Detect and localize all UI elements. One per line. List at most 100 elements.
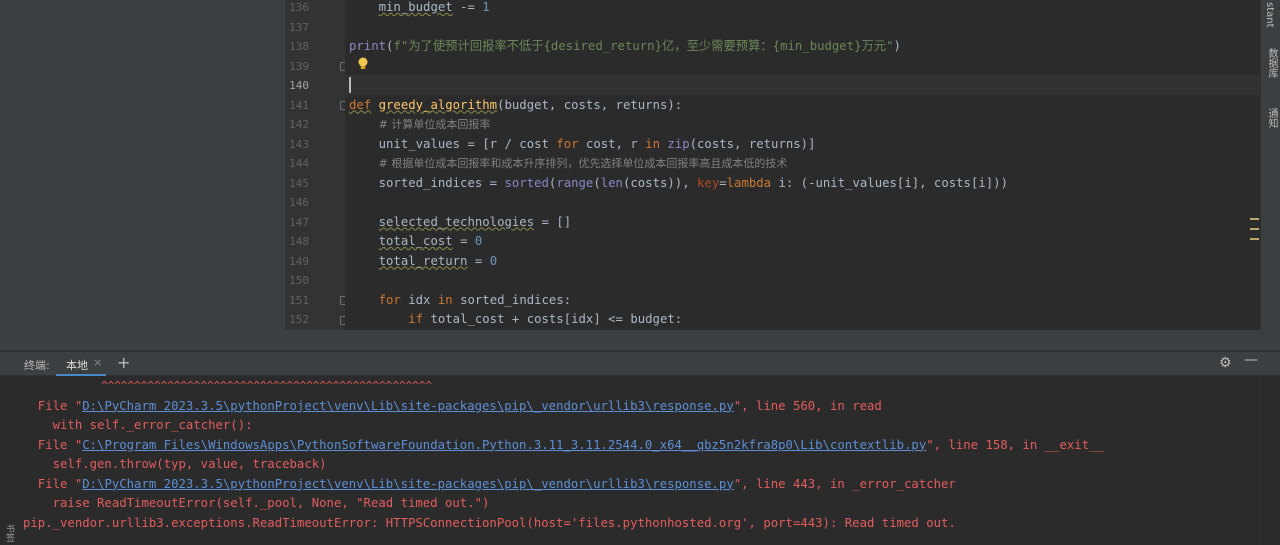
line-number: 147 xyxy=(289,215,309,229)
assistant-tool-tab[interactable]: stant xyxy=(1264,2,1275,28)
terminal-text: File " xyxy=(23,398,83,413)
scroll-warning-marker[interactable] xyxy=(1250,218,1259,220)
code-line-142: # 计算单位成本回报率 xyxy=(349,115,491,135)
terminal-header: 终端: 本地 × + ⚙ — xyxy=(0,352,1280,376)
add-tab-icon[interactable]: + xyxy=(117,353,130,372)
line-number: 136 xyxy=(289,1,309,14)
gear-icon[interactable]: ⚙ xyxy=(1219,355,1232,371)
code-token: ) xyxy=(893,39,901,53)
right-tool-strip: stant 数据库 通知 xyxy=(1260,0,1280,350)
code-token: in xyxy=(437,292,453,307)
code-token: -= xyxy=(452,0,483,14)
code-line-136: min_budget -= 1 xyxy=(349,0,490,18)
terminal-line: File "C:\Program Files\WindowsApps\Pytho… xyxy=(23,436,1104,456)
project-panel xyxy=(0,0,285,350)
terminal-line: pip._vendor.urllib3.exceptions.ReadTimeo… xyxy=(23,515,956,530)
code-token: # 根据单位成本回报率和成本升序排列，优先选择单位成本回报率高且成本低的技术 xyxy=(378,157,788,170)
code-token: 0 xyxy=(489,253,498,268)
file-link[interactable]: D:\PyCharm 2023.3.5\pythonProject\venv\L… xyxy=(82,399,734,413)
code-token: (budget, costs, returns): xyxy=(497,97,683,112)
code-token: total_cost + costs[idx] <= budget: xyxy=(423,312,683,326)
code-token: = xyxy=(719,175,727,190)
terminal-line: ^^^^^^^^^^^^^^^^^^^^^^^^^^^^^^^^^^^^^^^^… xyxy=(101,379,433,392)
code-token: for xyxy=(556,136,579,151)
code-line-138: print(f"为了使预计回报率不低于{desired_return}亿，至少需… xyxy=(349,37,901,57)
current-line-highlight xyxy=(345,75,1260,95)
terminal-output[interactable]: ^^^^^^^^^^^^^^^^^^^^^^^^^^^^^^^^^^^^^^^^… xyxy=(0,376,1260,545)
code-token: 万元" xyxy=(861,39,894,53)
code-line-152: if total_cost + costs[idx] <= budget: xyxy=(349,310,682,330)
line-number: 138 xyxy=(289,40,309,53)
code-token: unit_values = [r / cost xyxy=(378,136,557,151)
line-number: 145 xyxy=(289,176,309,190)
line-number: 146 xyxy=(289,196,309,209)
code-token: total_return xyxy=(378,253,468,268)
terminal-scrollbar[interactable] xyxy=(1260,376,1280,545)
bookmarks-tool-tab[interactable]: 书签 xyxy=(3,524,16,542)
code-token: selected_technologies xyxy=(378,214,535,229)
file-link[interactable]: C:\Program Files\WindowsApps\PythonSoftw… xyxy=(82,438,926,452)
panel-divider[interactable] xyxy=(0,330,1280,350)
code-token: sorted xyxy=(504,175,549,190)
file-link[interactable]: D:\PyCharm 2023.3.5\pythonProject\venv\L… xyxy=(82,477,734,491)
line-number-gutter: 136 137 138 139 140 141 142 143 144 145 … xyxy=(285,0,349,330)
code-token: idx xyxy=(400,292,438,307)
terminal-text: ", line 560, in read xyxy=(733,398,882,413)
code-line-149: total_return = 0 xyxy=(349,252,497,272)
code-token: lambda xyxy=(726,175,772,190)
line-number: 143 xyxy=(289,137,309,151)
line-number: 137 xyxy=(289,20,309,34)
code-token: # 计算单位成本回报率 xyxy=(378,118,491,131)
line-number: 151 xyxy=(289,293,309,307)
terminal-text: File " xyxy=(23,437,83,452)
code-line-141: def greedy_algorithm(budget, costs, retu… xyxy=(349,96,682,116)
terminal-text: File " xyxy=(23,476,83,491)
line-number: 144 xyxy=(289,157,309,170)
scroll-warning-marker[interactable] xyxy=(1250,228,1259,230)
terminal-line: raise ReadTimeoutError(self._pool, None,… xyxy=(23,496,490,510)
code-line-143: unit_values = [r / cost for cost, r in z… xyxy=(349,135,816,155)
terminal-line: File "D:\PyCharm 2023.3.5\pythonProject\… xyxy=(23,397,882,417)
code-line-151: for idx in sorted_indices: xyxy=(349,291,572,311)
code-token: len xyxy=(600,175,623,190)
code-token: for xyxy=(378,292,401,307)
scroll-warning-marker[interactable] xyxy=(1250,238,1259,240)
code-line-145: sorted_indices = sorted(range(len(costs)… xyxy=(349,174,1008,194)
terminal-text: ", line 158, in __exit__ xyxy=(926,437,1104,452)
code-token: {min_budget} xyxy=(772,39,862,53)
notifications-tool-tab[interactable]: 通知 xyxy=(1264,108,1279,128)
terminal-tab-local[interactable]: 本地 × xyxy=(56,352,106,376)
code-token: key xyxy=(697,175,720,190)
line-number: 148 xyxy=(289,235,309,248)
code-token: range xyxy=(556,175,594,190)
code-token: {desired_return} xyxy=(543,39,662,53)
minimize-icon[interactable]: — xyxy=(1244,352,1258,368)
line-number: 149 xyxy=(289,254,309,268)
code-token: cost, r xyxy=(578,136,646,151)
code-token: (costs, returns)] xyxy=(689,136,816,151)
code-token: f"为了使预计回报率不低于 xyxy=(393,39,544,53)
lightbulb-icon[interactable] xyxy=(357,57,369,71)
code-editor[interactable]: min_budget -= 1 print(f"为了使预计回报率不低于{desi… xyxy=(345,0,1260,330)
code-token: print xyxy=(349,39,387,53)
line-number-current: 140 xyxy=(289,79,309,92)
terminal-tab-label: 本地 xyxy=(66,359,88,372)
terminal-line: File "D:\PyCharm 2023.3.5\pythonProject\… xyxy=(23,475,956,495)
code-line-148: total_cost = 0 xyxy=(349,232,483,252)
close-icon[interactable]: × xyxy=(93,356,102,369)
code-token: sorted_indices = xyxy=(378,175,505,190)
line-number: 152 xyxy=(289,313,309,326)
code-token: (costs)), xyxy=(622,175,698,190)
code-line-144: # 根据单位成本回报率和成本升序排列，优先选择单位成本回报率高且成本低的技术 xyxy=(349,154,788,174)
database-tool-tab[interactable]: 数据库 xyxy=(1264,48,1279,78)
code-token: 0 xyxy=(474,234,483,248)
code-token: 亿，至少需要预算： xyxy=(661,39,773,53)
terminal-label: 终端: xyxy=(24,359,50,372)
code-token: 1 xyxy=(482,0,490,14)
code-token: ( xyxy=(593,175,601,190)
code-token: def xyxy=(349,97,372,112)
code-line-147: selected_technologies = [] xyxy=(349,213,572,233)
code-token: greedy_algorithm xyxy=(378,97,498,112)
code-token: = [] xyxy=(534,214,572,229)
text-caret xyxy=(349,77,351,93)
